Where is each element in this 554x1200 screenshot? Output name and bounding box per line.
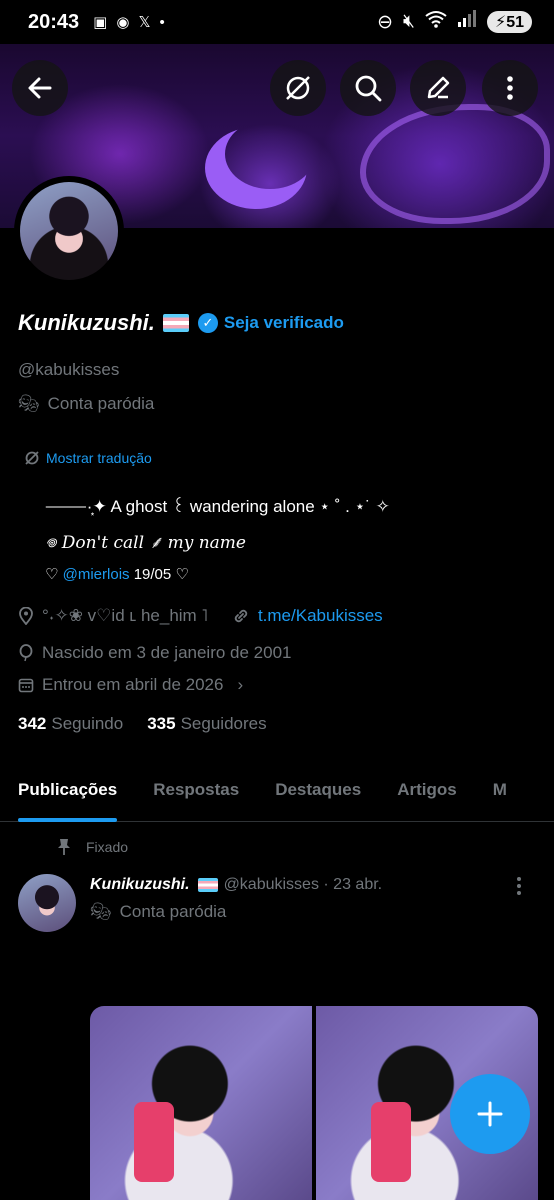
link-icon xyxy=(234,609,248,623)
profile-website-link[interactable]: t.me/Kabukisses xyxy=(258,606,383,626)
back-button[interactable] xyxy=(12,60,68,116)
edit-button[interactable] xyxy=(410,60,466,116)
tab-publicacoes[interactable]: Publicações xyxy=(0,766,135,822)
birth-row: Nascido em 3 de janeiro de 2001 xyxy=(18,643,292,663)
dnd-icon: ⊖ xyxy=(377,11,393,33)
mute-icon: 🔇︎ xyxy=(402,11,415,32)
followers-label: Seguidores xyxy=(180,714,267,733)
post-author-name[interactable]: Kunikuzushi. xyxy=(90,876,190,894)
bio-mention-link[interactable]: @mierlois xyxy=(63,566,130,583)
clock: 20:43 xyxy=(28,10,80,33)
followers-count: 335 xyxy=(147,714,176,733)
location-pin-icon xyxy=(19,607,33,625)
bio-date: 19/05 ♡ xyxy=(133,566,189,583)
post-media-image-1[interactable] xyxy=(90,1006,312,1200)
parody-label: 🎭︎ Conta paródia xyxy=(18,394,154,414)
location-text: °˖✧❀ v♡id ʟ he_him ˥ xyxy=(42,606,208,625)
tab-artigos[interactable]: Artigos xyxy=(379,766,475,821)
pinned-indicator: Fixado xyxy=(56,838,128,856)
follow-stats: 342 Seguindo 335 Seguidores xyxy=(18,714,267,734)
post-parody-text: Conta paródia xyxy=(119,902,227,921)
battery-indicator: ⚡51 xyxy=(486,11,532,33)
calendar-icon xyxy=(18,678,34,693)
joined-date-text: Entrou em abril de 2026 xyxy=(42,675,224,694)
status-bar: 20:43 ▣ ◉ 𝕏 • ⊖ 🔇︎ ⚡51 xyxy=(0,0,554,44)
followers-link[interactable]: 335 Seguidores xyxy=(147,714,266,734)
profile-avatar[interactable] xyxy=(14,176,124,286)
joined-row[interactable]: Entrou em abril de 2026 › xyxy=(18,675,243,695)
tab-destaques[interactable]: Destaques xyxy=(257,766,379,821)
bio-heart-prefix: ♡ xyxy=(45,566,59,583)
avatar-image xyxy=(20,182,118,280)
bio-line-3: ♡ @mierlois 19/05 ♡ xyxy=(45,565,189,583)
no-translate-icon xyxy=(286,76,310,100)
kebab-menu-icon xyxy=(507,76,513,100)
tab-more-truncated[interactable]: M xyxy=(475,766,525,821)
plus-icon xyxy=(477,1101,503,1127)
post-parody-label: 🎭︎ Conta paródia xyxy=(90,902,226,922)
app-notification-icon: ◉ xyxy=(116,14,130,31)
media-phone-shape xyxy=(134,1102,174,1182)
post-handle-time: @kabukisses · 23 abr. xyxy=(223,876,383,893)
pencil-icon xyxy=(427,76,450,99)
banner-dragon-shape xyxy=(360,104,550,224)
translate-icon xyxy=(25,451,39,465)
balloon-icon xyxy=(19,644,33,662)
verified-badge-icon[interactable]: ✓ xyxy=(197,313,218,333)
name-row: Kunikuzushi. ✓ Seja verificado xyxy=(18,300,538,346)
pin-icon xyxy=(58,839,70,855)
bio-line-1: ⸻·͙✦ A ghost ꒰ wandering alone ⋆ ˚ . ⋆˙ … xyxy=(45,497,390,516)
profile-tabs: Publicações Respostas Destaques Artigos … xyxy=(0,766,554,822)
search-button[interactable] xyxy=(340,60,396,116)
more-options-button[interactable] xyxy=(482,60,538,116)
theater-mask-icon: 🎭︎ xyxy=(90,902,112,921)
trans-flag-icon xyxy=(162,314,189,332)
get-verified-link[interactable]: Seja verificado xyxy=(224,313,344,333)
arrow-left-icon xyxy=(28,77,52,99)
following-link[interactable]: 342 Seguindo xyxy=(18,714,123,734)
x-logo-icon: 𝕏 xyxy=(138,14,151,31)
battery-level: 51 xyxy=(506,14,524,31)
pinned-label: Fixado xyxy=(86,839,129,855)
post-more-button[interactable] xyxy=(516,876,522,902)
parody-text: Conta paródia xyxy=(47,394,155,413)
screenshot-icon: ▣ xyxy=(93,14,108,31)
profile-handle: @kabukisses xyxy=(18,360,120,379)
media-phone-shape xyxy=(371,1102,411,1182)
wifi-icon xyxy=(425,10,447,34)
following-label: Seguindo xyxy=(51,714,124,733)
banner-moon-shape xyxy=(225,119,315,189)
theater-mask-icon: 🎭︎ xyxy=(18,394,40,413)
compose-post-button[interactable] xyxy=(450,1074,530,1154)
tab-respostas[interactable]: Respostas xyxy=(135,766,257,821)
translate-button[interactable] xyxy=(270,60,326,116)
chevron-right-icon: › xyxy=(237,675,244,694)
profile-info: Kunikuzushi. ✓ Seja verificado @kabukiss… xyxy=(18,300,538,466)
show-translation-link[interactable]: Mostrar tradução xyxy=(24,450,152,466)
bio-line-2: 𖦹 Don't call ⸙ my name xyxy=(45,533,246,553)
location-row: °˖✧❀ v♡id ʟ he_him ˥ t.me/Kabukisses xyxy=(18,606,383,626)
kebab-menu-icon xyxy=(517,877,521,895)
following-count: 342 xyxy=(18,714,47,733)
show-translation-text: Mostrar tradução xyxy=(46,450,152,466)
post-author-avatar[interactable] xyxy=(18,874,76,932)
dot-icon: • xyxy=(159,13,165,31)
post-header: Kunikuzushi. @kabukisses · 23 abr. xyxy=(90,876,382,894)
birth-date-text: Nascido em 3 de janeiro de 2001 xyxy=(42,643,292,662)
search-icon xyxy=(355,75,382,102)
trans-flag-icon xyxy=(197,878,218,892)
display-name: Kunikuzushi. xyxy=(18,310,155,335)
signal-icon xyxy=(457,10,477,34)
